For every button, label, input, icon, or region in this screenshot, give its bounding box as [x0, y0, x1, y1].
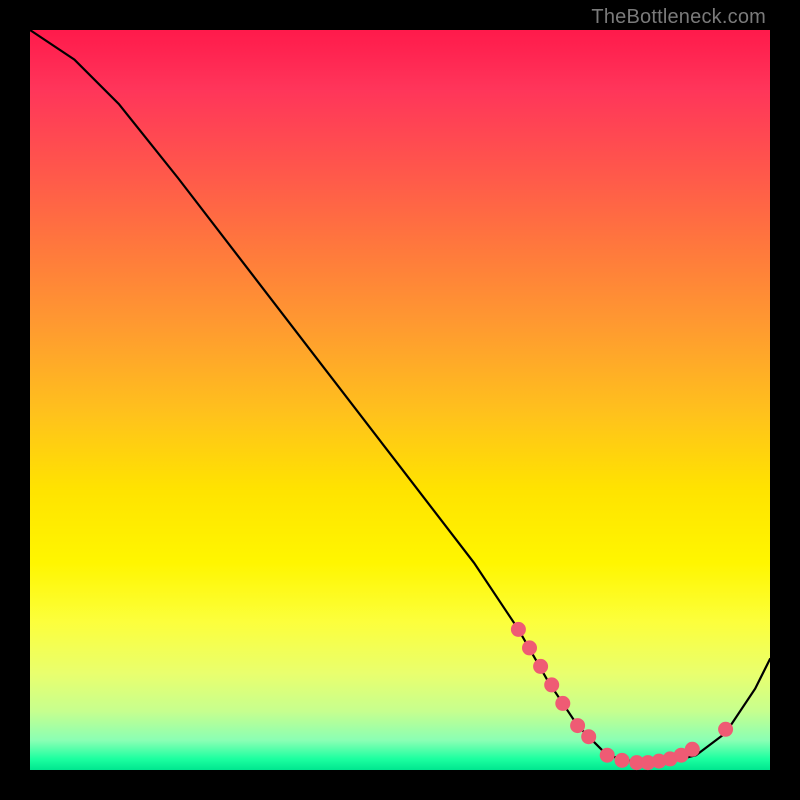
curve-marker [511, 622, 525, 636]
curve-marker [582, 730, 596, 744]
chart-stage: TheBottleneck.com [0, 0, 800, 800]
curve-marker [615, 753, 629, 767]
curve-marker-group [511, 622, 732, 769]
curve-marker [534, 659, 548, 673]
curve-marker [523, 641, 537, 655]
bottleneck-curve [30, 30, 770, 763]
curve-svg [30, 30, 770, 770]
watermark-text: TheBottleneck.com [591, 6, 766, 29]
curve-marker [556, 696, 570, 710]
curve-marker [545, 678, 559, 692]
curve-marker [571, 719, 585, 733]
plot-area [30, 30, 770, 770]
curve-marker [719, 722, 733, 736]
curve-marker [600, 748, 614, 762]
curve-marker [685, 742, 699, 756]
